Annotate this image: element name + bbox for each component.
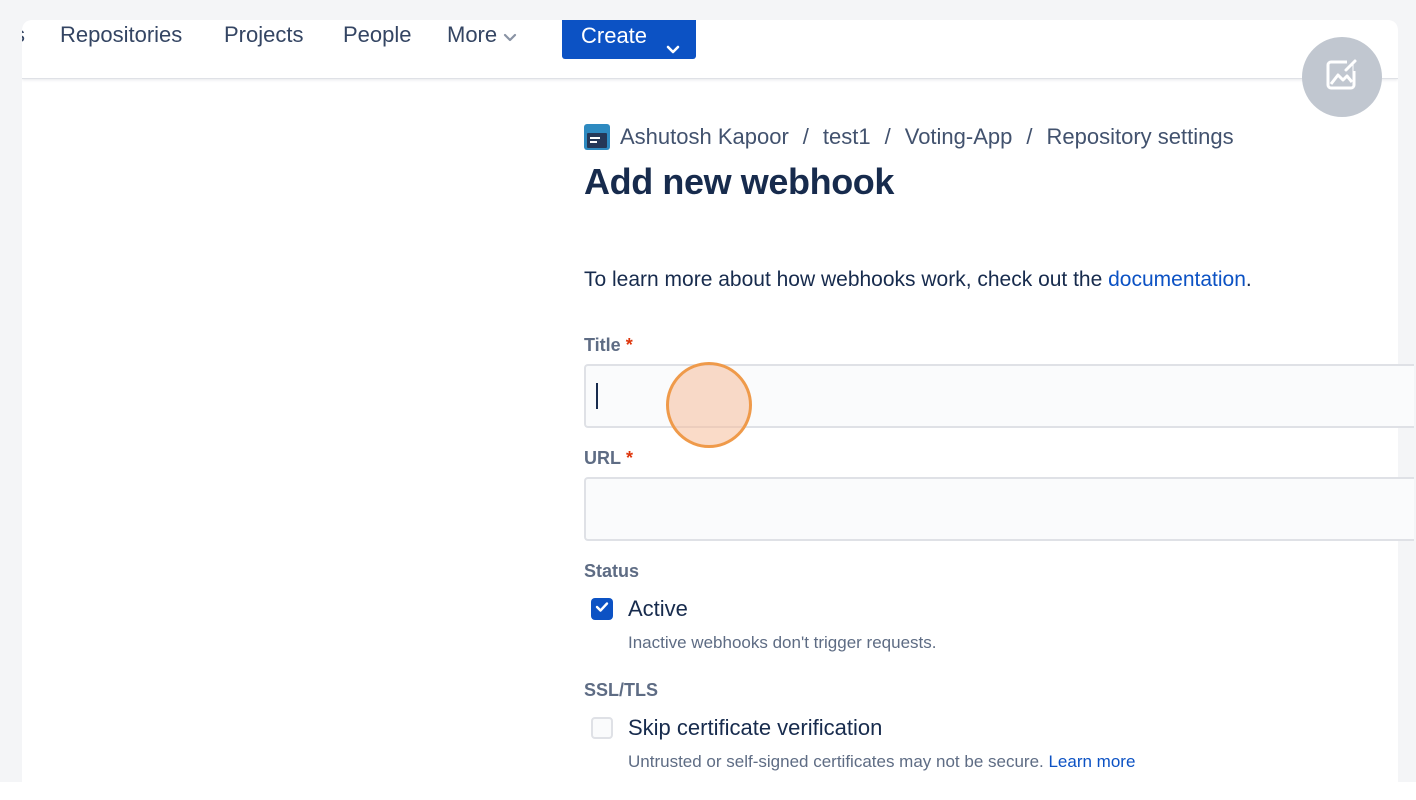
- learn-more-link[interactable]: Learn more: [1048, 752, 1135, 771]
- nav-projects[interactable]: Projects: [224, 20, 303, 50]
- breadcrumb-project[interactable]: test1: [823, 124, 871, 150]
- chevron-down-icon: [503, 21, 517, 51]
- ssl-tls-label: SSL/TLS: [584, 680, 659, 700]
- image-edit-button[interactable]: [1302, 37, 1382, 117]
- chevron-down-icon: [666, 28, 680, 67]
- url-label: URL *: [584, 447, 633, 469]
- repository-icon: [584, 124, 610, 150]
- title-label-text: Title: [584, 335, 621, 355]
- documentation-link[interactable]: documentation: [1108, 268, 1246, 291]
- breadcrumb-separator: /: [884, 124, 891, 149]
- intro-prefix: To learn more about how webhooks work, c…: [584, 268, 1109, 291]
- status-label: Status: [584, 561, 640, 581]
- skip-certificate-help: Untrusted or self-signed certificates ma…: [628, 751, 1135, 773]
- breadcrumb-separator: /: [1026, 124, 1033, 149]
- active-checkbox-label[interactable]: Active: [628, 595, 688, 623]
- skip-certificate-label[interactable]: Skip certificate verification: [628, 714, 882, 742]
- intro-text: To learn more about how webhooks work, c…: [584, 266, 1252, 294]
- create-button-label: Create: [581, 23, 648, 48]
- nav-more-menu[interactable]: More: [447, 20, 517, 50]
- title-label: Title *: [584, 334, 633, 356]
- breadcrumb-separator: /: [802, 124, 809, 149]
- text-cursor: [596, 383, 598, 409]
- checkmark-icon: [595, 600, 609, 618]
- required-marker: *: [625, 335, 633, 355]
- create-button[interactable]: Create: [562, 20, 696, 59]
- page-title: Add new webhook: [584, 161, 895, 202]
- bottom-margin: [0, 782, 1416, 800]
- breadcrumb-section[interactable]: Repository settings: [1047, 124, 1234, 150]
- nav-more-label: More: [447, 22, 498, 47]
- active-help-text: Inactive webhooks don't trigger requests…: [628, 633, 937, 652]
- breadcrumb-repo[interactable]: Voting-App: [905, 124, 1013, 150]
- image-edit-icon: [1325, 58, 1359, 97]
- active-checkbox[interactable]: [591, 598, 613, 620]
- nav-people[interactable]: People: [343, 20, 412, 50]
- click-indicator: [666, 362, 752, 448]
- url-input[interactable]: [584, 477, 1414, 541]
- intro-suffix: .: [1245, 268, 1252, 291]
- top-navigation: s Repositories Projects People More Crea…: [22, 20, 1398, 79]
- skip-certificate-checkbox[interactable]: [591, 717, 613, 739]
- breadcrumb-owner[interactable]: Ashutosh Kapoor: [620, 124, 789, 150]
- url-label-text: URL: [584, 448, 621, 468]
- breadcrumb: Ashutosh Kapoor / test1 / Voting-App / R…: [584, 122, 1234, 152]
- nav-item-truncated[interactable]: s: [22, 20, 25, 50]
- nav-repositories[interactable]: Repositories: [60, 20, 182, 50]
- skip-help-text: Untrusted or self-signed certificates ma…: [628, 752, 1049, 771]
- required-marker: *: [626, 448, 634, 468]
